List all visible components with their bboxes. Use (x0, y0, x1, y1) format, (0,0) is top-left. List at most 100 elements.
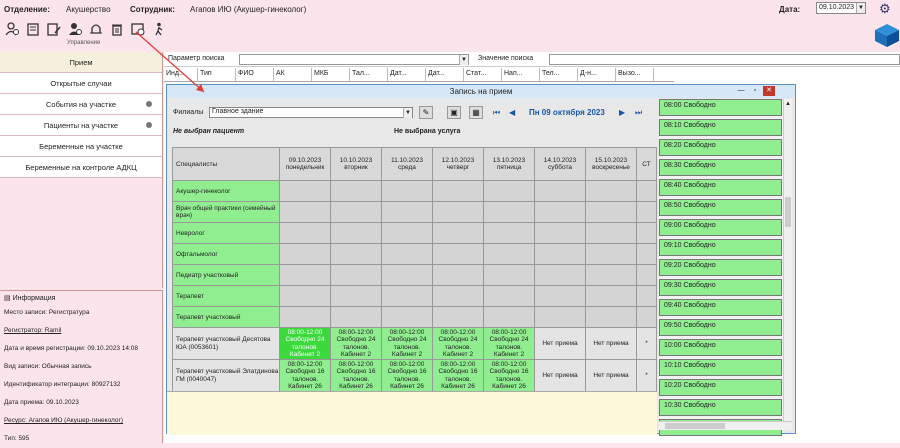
column-header[interactable]: Дат... (426, 68, 464, 81)
day-header[interactable]: 14.10.2023 суббота (534, 147, 586, 181)
schedule-slot-cell[interactable]: 08:00-12:00 Свободно 24 талонов. Кабинет… (483, 327, 535, 360)
minimize-icon[interactable]: — (735, 86, 747, 96)
schedule-slot-cell[interactable]: 08:00-12:00 Свободно 16 талонов. Кабинет… (432, 359, 484, 392)
day-header[interactable]: 13.10.2023 пятница (483, 147, 535, 181)
info-line: Место записи: Регистратура (4, 309, 90, 316)
date-picker[interactable]: 09.10.2023 ▼ (816, 2, 866, 14)
calendar-icon[interactable]: ▦ (469, 106, 483, 119)
column-header[interactable]: МКБ (312, 68, 350, 81)
sidebar-item-pregnant[interactable]: Беременные на участке (0, 136, 162, 157)
time-slot-item[interactable]: 09:20 Свободно (659, 259, 782, 276)
search-param-select[interactable]: ▼ (239, 54, 469, 65)
doctor-name-cell[interactable]: Терапевт участковый Элатдинова ГМ (00400… (172, 359, 280, 392)
column-header[interactable]: Тел... (540, 68, 578, 81)
schedule-slot-cell[interactable]: 08:00-12:00 Свободно 24 талонов. Кабинет… (381, 327, 433, 360)
alarm-bell-icon[interactable] (87, 20, 105, 38)
day-header[interactable]: 15.10.2023 воскресенье (585, 147, 637, 181)
info-line: Вид записи: Обычная запись (4, 363, 92, 370)
schedule-slot-cell[interactable]: 08:00-12:00 Свободно 16 талонов. Кабинет… (483, 359, 535, 392)
day-header[interactable]: 12.10.2023 четверг (432, 147, 484, 181)
time-slot-item[interactable]: 09:10 Свободно (659, 239, 782, 256)
chevron-down-icon[interactable]: ▼ (403, 108, 412, 118)
info-line: Тип: 595 (4, 435, 30, 442)
employee-value: Агапов ИЮ (Акушер-гинеколог) (190, 5, 307, 14)
specialty-cell[interactable]: Терапевт (172, 285, 280, 307)
doctor-name-cell[interactable]: Терапевт участковый Десятова ЮА (0053601… (172, 327, 280, 360)
time-slot-item[interactable]: 10:20 Свободно (659, 379, 782, 396)
time-slot-item[interactable]: 10:10 Свободно (659, 359, 782, 376)
day-header[interactable]: 11.10.2023 среда (381, 147, 433, 181)
column-header[interactable]: Нап... (502, 68, 540, 81)
column-header[interactable]: Дат... (388, 68, 426, 81)
time-slot-item[interactable]: 10:30 Свободно (659, 399, 782, 416)
schedule-slot-cell[interactable]: 08:00-12:00 Свободно 24 талонов. Кабинет… (279, 327, 331, 360)
info-line: Дата приема: 09.10.2023 (4, 399, 79, 406)
info-line: Дата и время регистрации: 09.10.2023 14:… (4, 345, 139, 352)
time-slot-item[interactable]: 09:30 Свободно (659, 279, 782, 296)
horizontal-scrollbar[interactable] (659, 421, 792, 430)
document-edit-icon[interactable] (45, 20, 63, 38)
time-slot-item[interactable]: 08:10 Свободно (659, 119, 782, 136)
add-patient-icon[interactable] (3, 20, 21, 38)
specialty-cell[interactable]: Невролог (172, 222, 280, 244)
time-slot-item[interactable]: 08:30 Свободно (659, 159, 782, 176)
resource-link[interactable]: Ресурс: Агапов ИЮ (Акушер-гинеколог) (4, 412, 162, 430)
sidebar-item-label: Беременные на участке (39, 141, 123, 151)
next-icon[interactable]: ▶ (619, 108, 625, 117)
schedule-slot-cell[interactable]: 08:00-12:00 Свободно 24 талонов. Кабинет… (432, 327, 484, 360)
column-header[interactable]: Тал... (350, 68, 388, 81)
column-header[interactable]: ФИО (236, 68, 274, 81)
specialty-cell[interactable]: Педиатр участковый (172, 264, 280, 286)
prev-icon[interactable]: ◀ (509, 108, 515, 117)
doctor-row: Терапевт участковый Десятова ЮА (0053601… (172, 327, 657, 360)
time-slot-item[interactable]: 09:50 Свободно (659, 319, 782, 336)
first-page-icon[interactable]: ⏮ (493, 108, 500, 118)
trash-icon[interactable] (108, 20, 126, 38)
specialty-cell[interactable]: Врач общей практики (семейный врач) (172, 201, 280, 223)
schedule-slot-cell[interactable]: 08:00-12:00 Свободно 16 талонов. Кабинет… (330, 359, 382, 392)
schedule-slot-cell[interactable]: 08:00-12:00 Свободно 16 талонов. Кабинет… (279, 359, 331, 392)
patient-settings-icon[interactable] (66, 20, 84, 38)
time-slot-item[interactable]: 08:50 Свободно (659, 199, 782, 216)
column-header[interactable]: Стат... (464, 68, 502, 81)
time-slot-item[interactable]: 10:00 Свободно (659, 339, 782, 356)
time-slot-item[interactable]: 09:00 Свободно (659, 219, 782, 236)
branch-select[interactable]: Главное здание ▼ (209, 107, 413, 118)
schedule-grid: Специалисты 09.10.2023 понедельник 10.10.20… (172, 147, 659, 392)
column-header[interactable]: АК (274, 68, 312, 81)
save-icon[interactable]: ▣ (447, 106, 461, 119)
top-bar: Отделение: Акушерство Сотрудник: Агапов … (0, 0, 900, 20)
edit-icon[interactable]: ✎ (419, 106, 433, 119)
maximize-icon[interactable]: ▫ (749, 86, 761, 96)
specialty-cell[interactable]: Акушер-гинеколог (172, 180, 280, 202)
schedule-slot-cell[interactable]: 08:00-12:00 Свободно 16 талонов. Кабинет… (381, 359, 433, 392)
sidebar-item-pregnant-adkc[interactable]: Беременные на контроле АДКЦ (0, 157, 162, 178)
specialty-cell[interactable]: Офтальмолог (172, 243, 280, 265)
empty-cell (534, 285, 586, 307)
time-slot-item[interactable]: 09:40 Свободно (659, 299, 782, 316)
chevron-down-icon[interactable]: ▼ (856, 3, 865, 13)
time-slot-item[interactable]: 08:00 Свободно (659, 99, 782, 116)
column-header[interactable]: Вызо... (616, 68, 654, 81)
day-header[interactable]: 10.10.2023 вторник (330, 147, 382, 181)
day-header[interactable]: 09.10.2023 понедельник (279, 147, 331, 181)
settings-gear-icon[interactable]: ⚙ (879, 1, 891, 17)
register-icon[interactable] (24, 20, 42, 38)
sidebar-item-patients[interactable]: Пациенты на участке (0, 115, 162, 136)
search-value-input[interactable] (549, 54, 900, 65)
time-slot-item[interactable]: 08:40 Свободно (659, 179, 782, 196)
last-page-icon[interactable]: ⏭ (635, 108, 642, 118)
empty-cell (432, 264, 484, 286)
registrar-link[interactable]: Регистратор: Ramil (4, 322, 162, 340)
schedule-slot-cell[interactable]: 08:00-12:00 Свободно 24 талонов. Кабинет… (330, 327, 382, 360)
empty-cell (534, 264, 586, 286)
empty-cell (432, 285, 484, 307)
time-slot-item[interactable]: 08:20 Свободно (659, 139, 782, 156)
column-header[interactable]: Д-н... (578, 68, 616, 81)
close-icon[interactable]: ✕ (763, 86, 775, 96)
st-cell: * (636, 327, 657, 360)
empty-cell (279, 222, 331, 244)
specialty-cell[interactable]: Терапевт участковый (172, 306, 280, 328)
vertical-scrollbar[interactable]: ▲ (783, 99, 792, 421)
chevron-down-icon[interactable]: ▼ (459, 55, 468, 65)
